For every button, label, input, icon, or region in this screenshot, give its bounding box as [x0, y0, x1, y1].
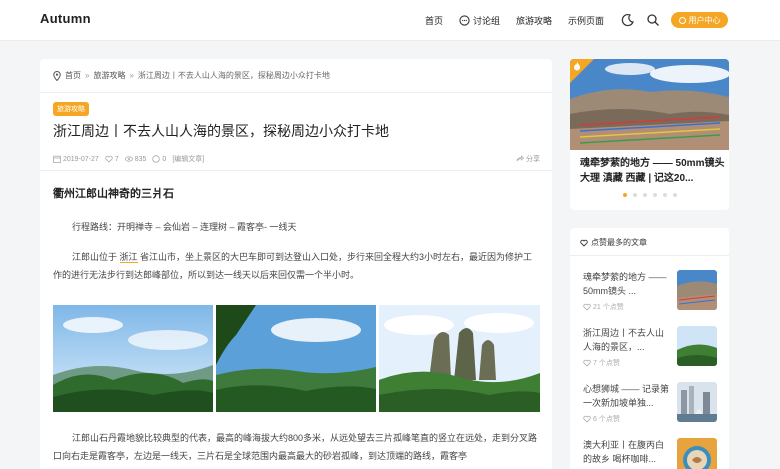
nav-label: 旅游攻略	[516, 16, 553, 26]
intro-paragraph: 江郎山位于 浙江 省江山市，坐上景区的大巴车即可到达登山入口处，步行来回全程大约…	[53, 248, 541, 284]
list-item[interactable]: 魂牵梦萦的地方 —— 50mm镜头 ... 21 个点赞	[583, 270, 720, 312]
breadcrumb-separator: »	[129, 71, 134, 80]
calendar-icon	[53, 155, 61, 163]
widget-heading-text: 点赞最多的文章	[591, 238, 647, 247]
list-item[interactable]: 澳大利亚丨在腹丙白的故乡 喝杯咖啡...	[583, 438, 720, 469]
section-heading: 衢州江郎山神奇的三爿石	[53, 188, 174, 200]
likes-text: 21 个点赞	[593, 304, 624, 311]
article-title: 浙江周边丨不去人山人海的景区，探秘周边小众打卡地	[53, 123, 389, 139]
user-center-label: 用户中心	[688, 15, 721, 25]
item-title[interactable]: 浙江周边丨不去人山人海的景区，...	[583, 326, 669, 354]
breadcrumb-home[interactable]: 首页	[65, 70, 81, 81]
widget-heading: 点赞最多的文章	[580, 237, 647, 248]
breadcrumb-category[interactable]: 旅游攻略	[93, 70, 125, 81]
item-thumbnail[interactable]	[677, 270, 717, 310]
top-header: Autumn 首页 讨论组 旅游攻略 示例页面 用户中心	[0, 0, 780, 41]
widget-divider	[570, 255, 729, 256]
nav-item-sample[interactable]: 示例页面	[568, 14, 604, 27]
most-liked-widget: 点赞最多的文章 魂牵梦萦的地方 —— 50mm镜头 ... 21 个点赞 浙江周…	[570, 228, 729, 469]
heart-icon	[583, 359, 591, 367]
nav-label: 首页	[425, 16, 444, 26]
meta-likes[interactable]: 7	[105, 155, 119, 163]
nav-item-travel[interactable]: 旅游攻略	[516, 14, 552, 27]
comment-icon	[152, 155, 161, 163]
photo-row	[53, 305, 540, 412]
para-text: 江郎山位于	[72, 252, 120, 262]
item-title[interactable]: 澳大利亚丨在腹丙白的故乡 喝杯咖啡...	[583, 438, 669, 466]
nav-label: 示例页面	[568, 16, 605, 26]
article-card: 旅游攻略 浙江周边丨不去人山人海的景区，探秘周边小众打卡地 2019-07-27…	[40, 93, 552, 469]
likes-text: 6 个点赞	[593, 416, 620, 423]
meta-divider	[40, 170, 552, 171]
heart-icon	[580, 239, 588, 247]
meta-comments-text: 0	[162, 155, 167, 163]
slide-title[interactable]: 魂牵梦萦的地方 —— 50mm镜头 大理 滇藏 西藏 | 记这20...	[580, 156, 725, 186]
meta-date: 2019-07-27	[53, 155, 99, 163]
landscape-photo[interactable]	[216, 305, 376, 412]
flame-icon	[574, 62, 580, 71]
edit-article-link[interactable]: [编辑文章]	[172, 154, 204, 164]
item-thumbnail[interactable]	[677, 326, 717, 366]
heart-icon	[105, 155, 113, 163]
breadcrumb: 首页 » 旅游攻略 » 浙江周边丨不去人山人海的景区，探秘周边小众打卡地	[40, 59, 552, 93]
heart-icon	[583, 415, 591, 423]
slider-dots	[570, 193, 729, 197]
site-logo[interactable]: Autumn	[40, 11, 91, 26]
slider-dot[interactable]	[632, 193, 637, 197]
meta-likes-text: 7	[114, 155, 119, 163]
likes-text: 7 个点赞	[593, 360, 620, 367]
featured-slider[interactable]: 魂牵梦萦的地方 —— 50mm镜头 大理 滇藏 西藏 | 记这20...	[570, 59, 729, 210]
list-item[interactable]: 心想狮城 —— 记录第一次新加坡单独... 6 个点赞	[583, 382, 720, 424]
search-icon[interactable]	[646, 13, 660, 27]
route-paragraph: 行程路线：开明禅寺 – 会仙岩 – 连理树 – 霞客亭- 一线天	[72, 222, 297, 232]
slider-dot[interactable]	[672, 193, 677, 197]
article-meta: 2019-07-27 7 835 0 [编辑文章]	[53, 154, 210, 164]
share-icon	[516, 155, 524, 162]
category-tag[interactable]: 旅游攻略	[53, 102, 89, 116]
nav-item-discussion[interactable]: 讨论组	[459, 14, 500, 27]
dark-mode-moon-icon[interactable]	[621, 13, 635, 27]
nav-item-home[interactable]: 首页	[425, 14, 443, 27]
slider-dot[interactable]	[622, 193, 627, 197]
item-likes: 6 个点赞	[583, 414, 620, 424]
item-thumbnail[interactable]	[677, 382, 717, 422]
slider-dot[interactable]	[662, 193, 667, 197]
breadcrumb-separator: »	[85, 71, 90, 80]
meta-views: 835	[124, 155, 147, 163]
landscape-photo[interactable]	[53, 305, 213, 412]
meta-comments[interactable]: 0	[152, 155, 166, 163]
chat-icon	[459, 15, 470, 26]
meta-views-text: 835	[134, 155, 147, 163]
item-likes: 21 个点赞	[583, 302, 624, 312]
eye-icon	[124, 156, 133, 162]
meta-date-text: 2019-07-27	[63, 155, 99, 163]
breadcrumb-current: 浙江周边丨不去人山人海的景区，探秘周边小众打卡地	[137, 71, 330, 80]
item-title[interactable]: 心想狮城 —— 记录第一次新加坡单独...	[583, 382, 669, 410]
zhejiang-tag-link[interactable]: 浙江	[119, 252, 138, 263]
body-paragraph: 江郎山石丹霞地貌比较典型的代表，最高的峰海拔大约800多米，从远处望去三片孤峰笔…	[53, 433, 538, 461]
landscape-photo[interactable]	[379, 305, 540, 412]
item-thumbnail[interactable]	[677, 438, 717, 469]
item-title[interactable]: 魂牵梦萦的地方 —— 50mm镜头 ...	[583, 270, 669, 298]
share-button[interactable]: 分享	[516, 154, 540, 164]
nav-label: 讨论组	[473, 16, 501, 26]
slider-dot[interactable]	[642, 193, 647, 197]
heart-icon	[583, 303, 591, 311]
list-item[interactable]: 浙江周边丨不去人山人海的景区，... 7 个点赞	[583, 326, 720, 368]
location-pin-icon	[53, 70, 61, 81]
item-likes: 7 个点赞	[583, 358, 620, 368]
main-nav: 首页 讨论组 旅游攻略 示例页面	[425, 14, 620, 27]
slider-dot[interactable]	[652, 193, 657, 197]
user-center-button[interactable]: 用户中心	[671, 12, 728, 28]
share-label: 分享	[526, 156, 540, 163]
user-icon	[678, 16, 686, 24]
